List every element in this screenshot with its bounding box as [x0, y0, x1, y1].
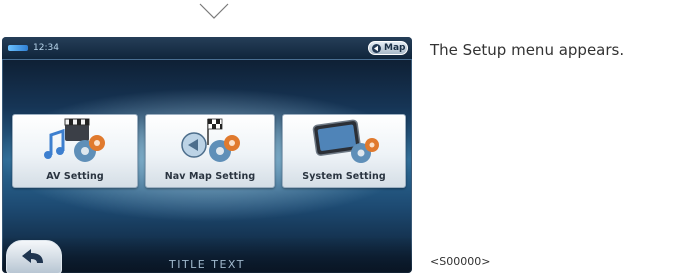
screen-code: <S00000> [430, 255, 491, 268]
screen-title-text: TITLE TEXT [169, 258, 245, 271]
av-setting-button[interactable]: AV Setting [12, 114, 138, 188]
map-back-icon [372, 43, 381, 53]
globe-flag-gear-icon [181, 118, 240, 162]
map-button[interactable]: Map [368, 41, 408, 55]
map-button-label: Map [384, 43, 406, 53]
nav-map-setting-button[interactable]: Nav Map Setting [145, 114, 275, 188]
battery-icon [8, 45, 28, 51]
device-gear-icon [312, 119, 379, 163]
nav-map-setting-label: Nav Map Setting [164, 171, 256, 182]
music-film-gear-icon [44, 118, 105, 162]
caption-text: The Setup menu appears. [430, 41, 625, 59]
status-bar: 12:34 Map [2, 37, 412, 60]
system-setting-button[interactable]: System Setting [282, 114, 406, 188]
status-clock: 12:34 [33, 43, 59, 53]
system-setting-label: System Setting [302, 171, 386, 182]
navigation-device-screen: 12:34 Map AV Setting Nav Map Setting Sys… [2, 37, 412, 273]
chevron-down-icon [199, 3, 229, 19]
av-setting-label: AV Setting [46, 171, 104, 182]
